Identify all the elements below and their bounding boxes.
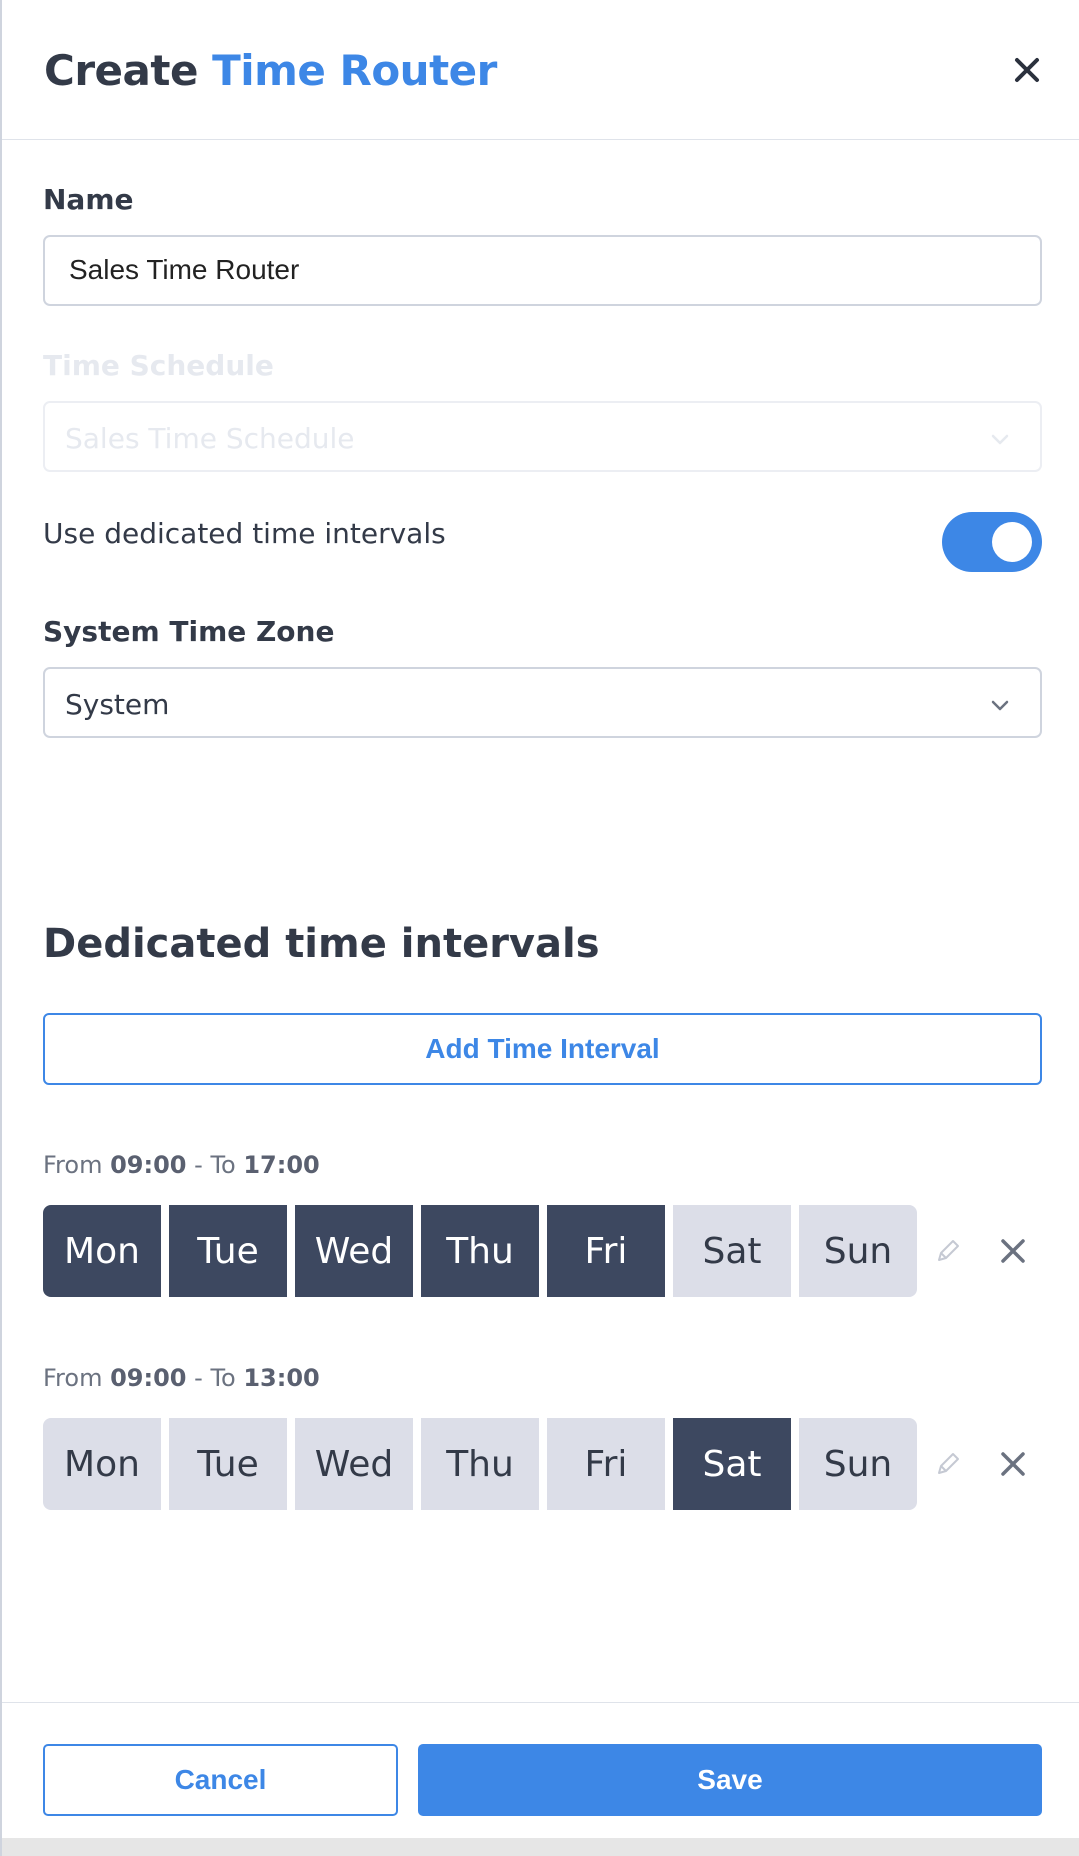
title-accent: Time Router (212, 46, 497, 95)
day-wed[interactable]: Wed (295, 1205, 413, 1297)
day-fri[interactable]: Fri (547, 1418, 665, 1510)
day-tue[interactable]: Tue (169, 1205, 287, 1297)
chevron-down-icon (991, 700, 1009, 711)
cancel-button[interactable]: Cancel (43, 1744, 398, 1816)
to-word: - To (194, 1364, 236, 1392)
title-prefix: Create (44, 46, 198, 95)
time-zone-select[interactable]: System (43, 667, 1042, 738)
create-time-router-panel: Create Time Router Name Sales Time Route… (0, 0, 1079, 1856)
section-title: Dedicated time intervals (43, 921, 600, 967)
interval-days-row: Mon Tue Wed Thu Fri Sat Sun (43, 1205, 917, 1297)
interval-to: 17:00 (243, 1151, 320, 1179)
time-schedule-value: Sales Time Schedule (65, 422, 355, 455)
to-word: - To (194, 1151, 236, 1179)
interval-from: 09:00 (110, 1151, 187, 1179)
pencil-icon[interactable] (934, 1237, 962, 1265)
interval-caption: From 09:00 - To 17:00 (43, 1151, 320, 1179)
time-zone-value: System (65, 688, 170, 721)
panel-header: Create Time Router (2, 0, 1079, 140)
page-title: Create Time Router (44, 46, 497, 95)
day-sun[interactable]: Sun (799, 1205, 917, 1297)
close-icon[interactable] (997, 1448, 1029, 1480)
pencil-icon[interactable] (934, 1450, 962, 1478)
close-button[interactable] (1007, 50, 1047, 90)
bottom-strip (2, 1838, 1079, 1856)
interval-caption: From 09:00 - To 13:00 (43, 1364, 320, 1392)
interval-days-row: Mon Tue Wed Thu Fri Sat Sun (43, 1418, 917, 1510)
time-zone-label: System Time Zone (43, 615, 335, 648)
name-field[interactable]: Sales Time Router (43, 235, 1042, 306)
name-value: Sales Time Router (69, 254, 300, 285)
close-icon (1015, 58, 1039, 82)
day-sat[interactable]: Sat (673, 1205, 791, 1297)
interval-to: 13:00 (243, 1364, 320, 1392)
save-button[interactable]: Save (418, 1744, 1042, 1816)
time-schedule-label: Time Schedule (43, 349, 274, 382)
day-thu[interactable]: Thu (421, 1418, 539, 1510)
add-time-interval-button[interactable]: Add Time Interval (43, 1013, 1042, 1085)
day-sat[interactable]: Sat (673, 1418, 791, 1510)
day-mon[interactable]: Mon (43, 1418, 161, 1510)
toggle-knob (992, 522, 1032, 562)
dedicated-intervals-toggle-label: Use dedicated time intervals (43, 517, 446, 550)
day-wed[interactable]: Wed (295, 1418, 413, 1510)
name-label: Name (43, 183, 134, 216)
day-thu[interactable]: Thu (421, 1205, 539, 1297)
day-sun[interactable]: Sun (799, 1418, 917, 1510)
day-tue[interactable]: Tue (169, 1418, 287, 1510)
from-word: From (43, 1151, 103, 1179)
close-icon[interactable] (997, 1235, 1029, 1267)
from-word: From (43, 1364, 103, 1392)
day-fri[interactable]: Fri (547, 1205, 665, 1297)
day-mon[interactable]: Mon (43, 1205, 161, 1297)
dedicated-intervals-toggle[interactable] (942, 512, 1042, 572)
time-schedule-select: Sales Time Schedule (43, 401, 1042, 472)
chevron-down-icon (991, 434, 1009, 445)
interval-from: 09:00 (110, 1364, 187, 1392)
